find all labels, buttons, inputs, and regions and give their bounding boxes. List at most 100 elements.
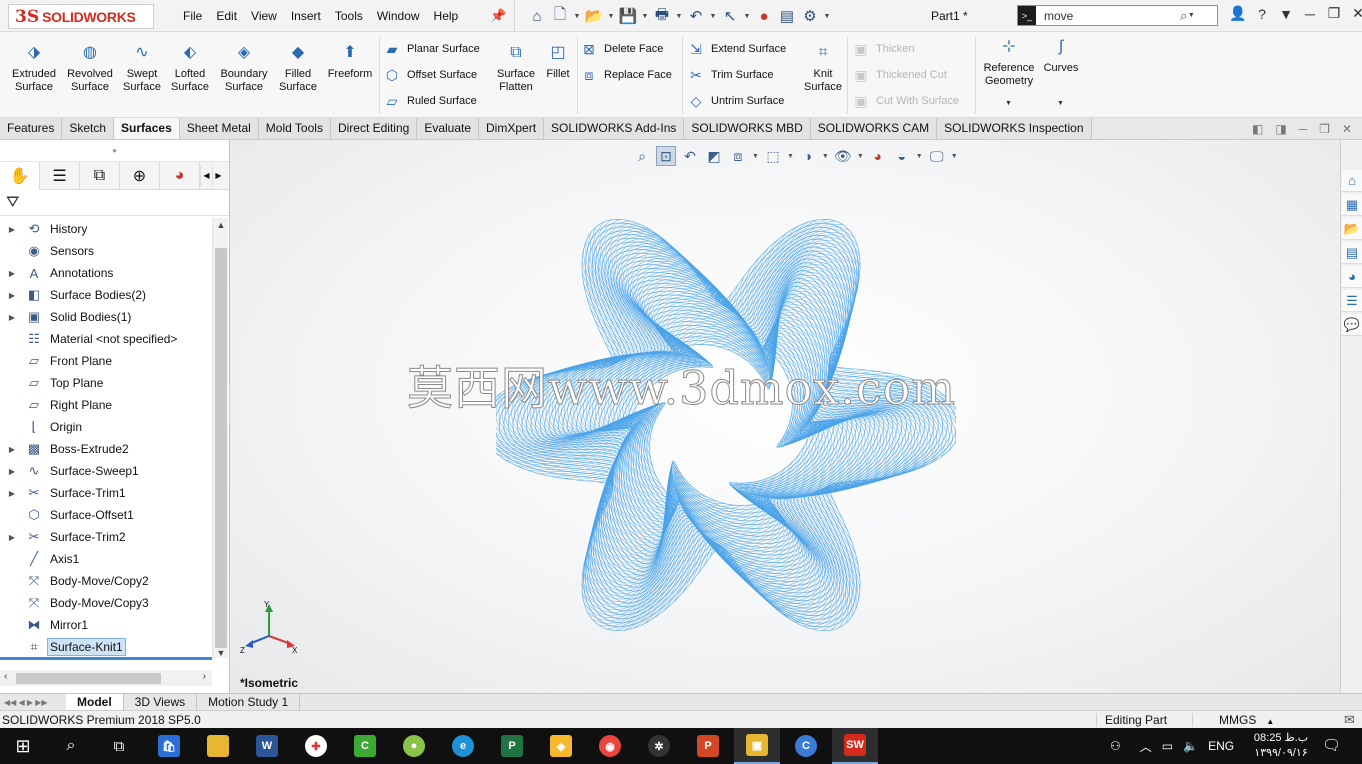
filled-surface-button[interactable]: ◆ Filled Surface — [276, 45, 320, 94]
tab-sheet-metal[interactable]: Sheet Metal — [179, 118, 259, 139]
search-dropdown-icon[interactable]: ▼ — [1187, 12, 1195, 19]
open-folder-icon[interactable]: 📂 — [584, 6, 604, 26]
task-view-icon[interactable]: ⧉ — [96, 728, 142, 764]
tab-motion-study[interactable]: Motion Study 1 — [197, 694, 301, 710]
tree-item[interactable]: ▶ ✂ Surface-Trim2 — [0, 526, 212, 548]
messages-icon[interactable]: ✉ — [1344, 712, 1355, 728]
menu-insert[interactable]: Insert — [284, 9, 328, 23]
store-app-icon[interactable]: 🛍 — [146, 728, 192, 764]
tab-inspection[interactable]: SOLIDWORKS Inspection — [937, 118, 1092, 139]
scroll-down-icon[interactable]: ▼ — [213, 648, 229, 658]
hide-show-items-icon[interactable]: 👁 — [833, 146, 853, 166]
scroll-thumb[interactable] — [16, 673, 161, 684]
windows-start-icon[interactable]: ⊞ — [0, 728, 46, 764]
tab-sketch[interactable]: Sketch — [62, 118, 115, 139]
chrome-app-icon[interactable]: ◉ — [587, 728, 633, 764]
tree-item[interactable]: ☷ Material <not specified> — [0, 328, 212, 350]
tree-vertical-scrollbar[interactable]: ▲ ▼ — [212, 218, 228, 658]
app-green-icon[interactable]: ● — [391, 728, 437, 764]
view-settings-dropdown-icon[interactable]: ▼ — [951, 153, 958, 160]
view-orientation-icon[interactable]: ⬚ — [763, 146, 783, 166]
custom-properties-icon[interactable]: ☰ — [1342, 290, 1362, 312]
view-dropdown-icon[interactable]: ▼ — [752, 153, 759, 160]
menu-file[interactable]: File — [176, 9, 209, 23]
new-document-icon[interactable]: 🗋 — [550, 6, 570, 26]
expand-arrow-icon[interactable]: ▶ — [0, 313, 24, 322]
close-icon[interactable]: ✕ — [1346, 5, 1362, 22]
tab-evaluate[interactable]: Evaluate — [417, 118, 480, 139]
freeform-button[interactable]: ⬆ Freeform — [324, 45, 376, 81]
powerpoint-app-icon[interactable]: P — [685, 728, 731, 764]
surface-knit-model[interactable] — [496, 170, 956, 670]
view-palette-icon[interactable]: ▤ — [1342, 242, 1362, 264]
file-explorer-app-icon[interactable] — [195, 728, 241, 764]
configuration-manager-icon[interactable]: ⧉ — [80, 161, 120, 190]
clock[interactable]: 08:25 ب.ظ ۱۳۹۹/۰۹/۱۶ — [1252, 731, 1310, 761]
previous-view-icon[interactable]: ↶ — [680, 146, 700, 166]
tab-model[interactable]: Model — [66, 694, 124, 710]
lofted-surface-button[interactable]: ⬖ Lofted Surface — [168, 45, 212, 94]
restore-icon[interactable]: ❐ — [1322, 5, 1346, 22]
tree-item[interactable]: ▶ ▩ Boss-Extrude2 — [0, 438, 212, 460]
scroll-right-icon[interactable]: › — [203, 671, 206, 682]
trim-surface-button[interactable]: ✂ Trim Surface — [687, 64, 773, 86]
tree-item[interactable]: ◉ Sensors — [0, 240, 212, 262]
apply-scene-icon[interactable]: ◒ — [892, 146, 912, 166]
language-indicator[interactable]: ENG — [1208, 739, 1234, 753]
zoom-to-area-icon[interactable]: ⊡ — [656, 146, 676, 166]
dimxpert-manager-icon[interactable]: ⊕ — [120, 161, 160, 190]
file-properties-icon[interactable]: ▤ — [777, 6, 797, 26]
reference-geometry-dropdown-icon[interactable]: ▼ — [1005, 100, 1012, 107]
scroll-up-icon[interactable]: ▲ — [213, 220, 229, 230]
app-folder-active-icon[interactable]: ▣ — [734, 728, 780, 764]
app-c-icon[interactable]: C — [783, 728, 829, 764]
display-manager-icon[interactable]: ◕ — [160, 161, 200, 190]
curves-button[interactable]: ʃ Curves — [1042, 39, 1080, 75]
thickened-cut-button[interactable]: ▣ Thickened Cut — [852, 64, 947, 86]
file-explorer-icon[interactable]: 📂 — [1342, 218, 1362, 240]
tabs-scroll-right-icon[interactable]: ▶ — [212, 165, 224, 186]
tree-item[interactable]: ▶ A Annotations — [0, 262, 212, 284]
reference-geometry-button[interactable]: ⊹ Reference Geometry — [980, 39, 1038, 88]
tab-features[interactable]: Features — [0, 118, 63, 139]
display-style-dropdown-icon[interactable]: ▼ — [822, 153, 829, 160]
rollback-bar[interactable] — [0, 657, 212, 660]
delete-face-button[interactable]: ⊠ Delete Face — [580, 38, 663, 60]
forum-icon[interactable]: 💬 — [1342, 314, 1362, 336]
show-hidden-icons-icon[interactable]: ︿ — [1140, 738, 1152, 755]
word-app-icon[interactable]: W — [244, 728, 290, 764]
units-dropdown-icon[interactable]: ▲ — [1266, 717, 1274, 726]
dynamic-annotation-icon[interactable]: ⧈ — [728, 146, 748, 166]
camtasia-app-icon[interactable]: C — [342, 728, 388, 764]
thicken-button[interactable]: ▣ Thicken — [852, 38, 914, 60]
filter-icon[interactable]: ⛛ — [0, 190, 229, 216]
expand-arrow-icon[interactable]: ▶ — [0, 533, 24, 542]
notifications-icon[interactable]: 🗨 — [1322, 736, 1341, 754]
edit-appearance-icon[interactable]: ◕ — [868, 146, 888, 166]
tree-item[interactable]: ▱ Top Plane — [0, 372, 212, 394]
options-gear-icon[interactable]: ⚙ — [800, 6, 820, 26]
panel-grip[interactable]: ● — [0, 140, 229, 162]
graphics-area[interactable]: ⌕ ⊡ ↶ ◩ ⧈ ▼ ⬚ ▼ ◑ ▼ 👁 ▼ ◕ ◒ ▼ 🖵 ▼ 莫西网www.3dmox… — [231, 140, 1340, 693]
print-icon[interactable]: 🖶 — [652, 6, 672, 26]
doc-close-icon[interactable]: ✕ — [1342, 122, 1352, 136]
print-dropdown-icon[interactable]: ▼ — [675, 13, 683, 20]
extend-surface-button[interactable]: ⇲ Extend Surface — [687, 38, 786, 60]
tab-navigation-icon[interactable]: ◀◀ ◀ ▶ ▶▶ — [0, 694, 66, 711]
menu-help[interactable]: Help — [427, 9, 466, 23]
knit-surface-button[interactable]: ⌗ Knit Surface — [802, 45, 844, 94]
rebuild-traffic-light-icon[interactable]: ● — [754, 6, 774, 26]
tree-item[interactable]: ⬡ Surface-Offset1 — [0, 504, 212, 526]
app-yellow-icon[interactable]: ◈ — [538, 728, 584, 764]
undo-dropdown-icon[interactable]: ▼ — [709, 13, 717, 20]
tab-mbd[interactable]: SOLIDWORKS MBD — [684, 118, 811, 139]
solidworks-logo[interactable]: 3S SOLIDWORKS — [8, 4, 154, 29]
view-settings-icon[interactable]: 🖵 — [927, 146, 947, 166]
featuremanager-tree-icon[interactable]: ✋ — [0, 161, 40, 190]
tree-item[interactable]: ⧓ Mirror1 — [0, 614, 212, 636]
panel-left-icon[interactable]: ◧ — [1252, 122, 1263, 136]
help-icon[interactable]: ? — [1250, 6, 1274, 22]
options-dropdown-icon[interactable]: ▼ — [823, 13, 831, 20]
unit-system[interactable]: MMGS ▲ — [1192, 713, 1342, 727]
appearances-icon[interactable]: ◕ — [1342, 266, 1362, 288]
